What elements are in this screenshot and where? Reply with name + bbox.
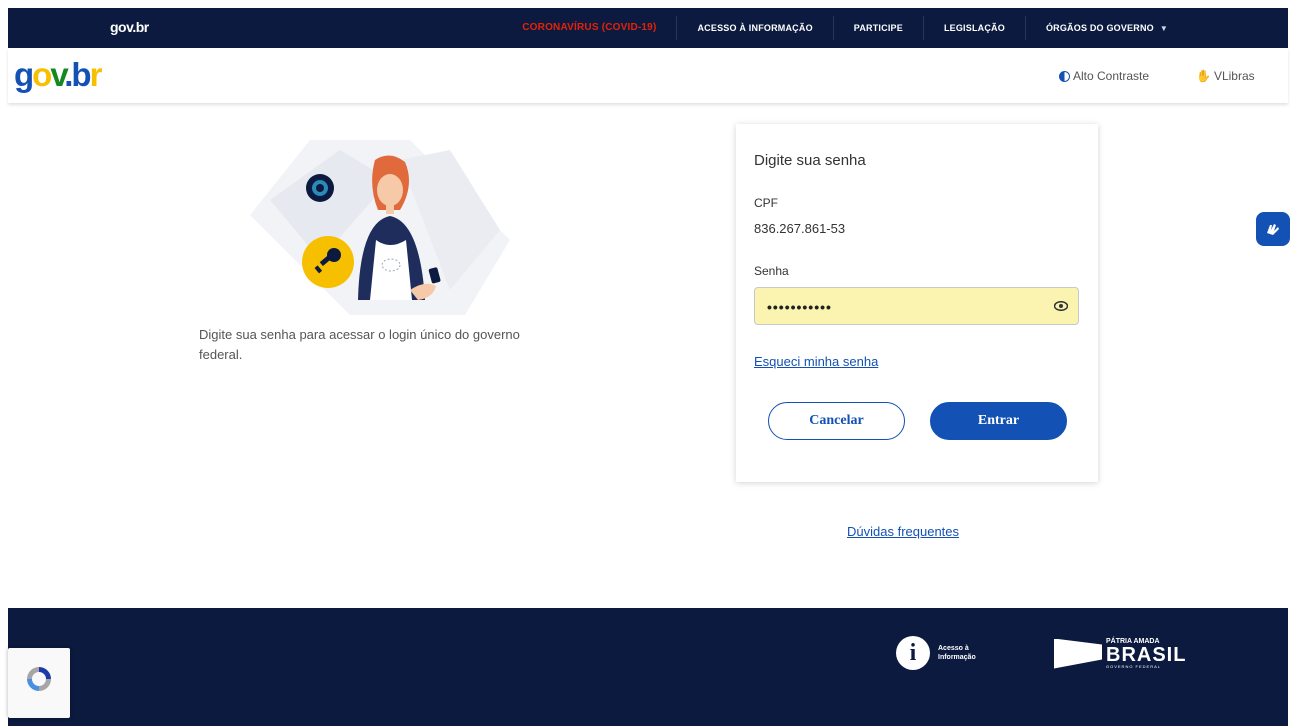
login-title: Digite sua senha: [754, 152, 866, 169]
footer: i Acesso à Informação PÁTRIA AMADA BRASI…: [8, 608, 1288, 726]
password-field: [754, 287, 1079, 325]
brasil-government-logo[interactable]: PÁTRIA AMADA BRASIL GOVERNO FEDERAL: [1054, 638, 1186, 669]
high-contrast-label: Alto Contraste: [1073, 69, 1150, 83]
login-card: Digite sua senha CPF 836.267.861-53 Senh…: [736, 124, 1098, 482]
recaptcha-badge[interactable]: [8, 648, 70, 718]
site-header: gov.br Alto Contraste ✋ VLibras: [8, 48, 1288, 103]
acesso-informacao-logo[interactable]: i Acesso à Informação: [896, 636, 986, 670]
forgot-password-link[interactable]: Esqueci minha senha: [754, 354, 878, 369]
brasil-label: BRASIL: [1106, 644, 1187, 666]
menu-legislacao[interactable]: LEGISLAÇÃO: [922, 16, 1025, 40]
govbr-logo[interactable]: gov.br: [14, 55, 102, 95]
vlibras-link[interactable]: ✋ VLibras: [1196, 69, 1255, 83]
info-icon: i: [896, 636, 930, 670]
eye-icon[interactable]: [1054, 301, 1068, 311]
menu-participe[interactable]: PARTICIPE: [832, 16, 923, 40]
menu-acesso-informacao[interactable]: ACESSO À INFORMAÇÃO: [676, 16, 832, 40]
top-menu: CORONAVÍRUS (COVID-19) ACESSO À INFORMAÇ…: [502, 8, 1188, 48]
high-contrast-toggle[interactable]: Alto Contraste: [1059, 69, 1149, 83]
login-illustration: [250, 140, 510, 315]
recaptcha-icon: [27, 667, 51, 691]
brasil-text: PÁTRIA AMADA BRASIL GOVERNO FEDERAL: [1106, 638, 1186, 669]
menu-coronavirus[interactable]: CORONAVÍRUS (COVID-19): [502, 16, 676, 40]
cancel-button[interactable]: Cancelar: [768, 402, 905, 440]
vlibras-widget-button[interactable]: [1256, 212, 1290, 246]
vlibras-label: VLibras: [1213, 69, 1255, 83]
menu-orgaos-governo[interactable]: ÓRGÃOS DO GOVERNO ▼: [1024, 16, 1188, 40]
acesso-informacao-label: Acesso à Informação: [938, 645, 976, 661]
faq-link[interactable]: Dúvidas frequentes: [847, 524, 959, 539]
chevron-down-icon: ▼: [1159, 24, 1168, 33]
password-input[interactable]: [767, 297, 1037, 317]
cpf-label: CPF: [754, 196, 778, 210]
intro-description: Digite sua senha para acessar o login ún…: [199, 327, 520, 362]
hand-sign-icon: ✋: [1196, 69, 1211, 83]
page: gov.br CORONAVÍRUS (COVID-19) ACESSO À I…: [0, 0, 1296, 726]
govbr-small-logo[interactable]: gov.br: [110, 19, 149, 35]
contrast-icon: [1059, 70, 1070, 82]
password-label: Senha: [754, 264, 789, 278]
enter-button[interactable]: Entrar: [930, 402, 1067, 440]
flag-shape-icon: [1054, 638, 1102, 669]
cpf-value: 836.267.861-53: [754, 221, 846, 236]
hands-icon: [1267, 224, 1279, 235]
menu-orgaos-label: ÓRGÃOS DO GOVERNO: [1045, 23, 1154, 33]
government-topbar: gov.br CORONAVÍRUS (COVID-19) ACESSO À I…: [8, 8, 1288, 48]
